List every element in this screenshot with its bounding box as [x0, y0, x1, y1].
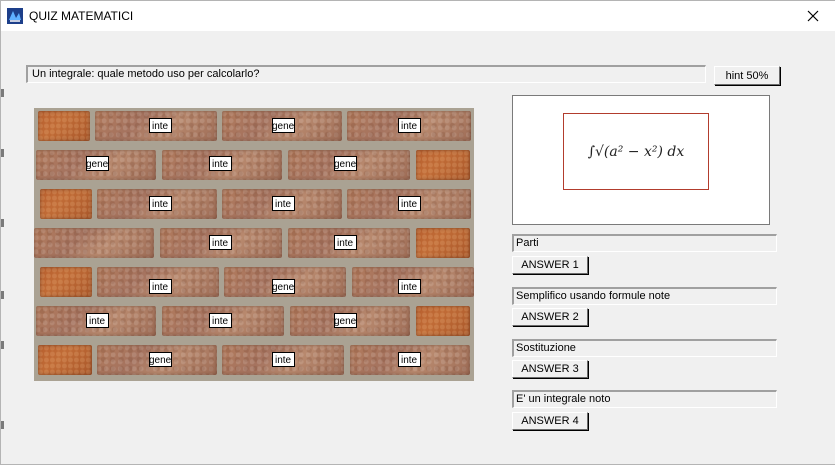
wall-tile[interactable]: gene: [334, 313, 357, 328]
answer-4-button[interactable]: ANSWER 4: [512, 412, 588, 430]
wall-tile[interactable]: inte: [398, 118, 421, 133]
brick: [38, 111, 90, 141]
wall-tile[interactable]: inte: [398, 352, 421, 367]
formula-panel: ∫√(a² − x²) dx: [512, 95, 770, 225]
brick-wall: inte gene inte gene inte gene inte inte …: [34, 108, 474, 381]
wall-tile[interactable]: inte: [86, 313, 109, 328]
answer-3-label: Sostituzione: [512, 339, 777, 357]
app-icon: [7, 8, 23, 24]
edge-mark: [1, 421, 4, 429]
edge-mark: [1, 89, 4, 97]
close-button[interactable]: [791, 1, 835, 31]
edge-mark: [1, 291, 4, 299]
wall-tile[interactable]: gene: [149, 352, 172, 367]
wall-tile[interactable]: inte: [334, 235, 357, 250]
edge-mark: [1, 341, 4, 349]
hint-button[interactable]: hint 50%: [714, 66, 780, 85]
wall-tile[interactable]: inte: [272, 196, 295, 211]
wall-tile[interactable]: gene: [272, 279, 295, 294]
formula-text: ∫√(a² − x²) dx: [587, 143, 685, 160]
wall-tile[interactable]: gene: [272, 118, 295, 133]
brick: [34, 228, 154, 258]
wall-tile[interactable]: inte: [398, 279, 421, 294]
answer-3-button[interactable]: ANSWER 3: [512, 360, 588, 378]
quiz-window: QUIZ MATEMATICI Un integrale: quale meto…: [0, 0, 835, 465]
answer-2-button[interactable]: ANSWER 2: [512, 308, 588, 326]
answer-1-label: Parti: [512, 234, 777, 252]
brick: [40, 267, 92, 297]
wall-tile[interactable]: inte: [209, 313, 232, 328]
answer-4-label: E' un integrale noto: [512, 390, 777, 408]
wall-tile[interactable]: inte: [209, 235, 232, 250]
close-icon: [807, 10, 819, 22]
question-text: Un integrale: quale metodo uso per calco…: [26, 65, 706, 83]
wall-tile[interactable]: inte: [149, 279, 172, 294]
brick: [416, 228, 470, 258]
wall-tile[interactable]: gene: [334, 156, 357, 171]
wall-tile[interactable]: inte: [398, 196, 421, 211]
brick: [38, 345, 92, 375]
brick: [416, 306, 470, 336]
brick: [416, 150, 470, 180]
formula-frame: ∫√(a² − x²) dx: [563, 113, 709, 190]
wall-tile[interactable]: inte: [149, 196, 172, 211]
edge-mark: [1, 219, 4, 227]
edge-mark: [1, 149, 4, 157]
wall-tile[interactable]: inte: [209, 156, 232, 171]
title-bar: QUIZ MATEMATICI: [1, 1, 835, 31]
wall-tile[interactable]: gene: [86, 156, 109, 171]
wall-tile[interactable]: inte: [149, 118, 172, 133]
brick: [40, 189, 92, 219]
answer-2-label: Semplifico usando formule note: [512, 287, 777, 305]
wall-tile[interactable]: inte: [272, 352, 295, 367]
window-title: QUIZ MATEMATICI: [29, 9, 134, 23]
answer-1-button[interactable]: ANSWER 1: [512, 256, 588, 274]
